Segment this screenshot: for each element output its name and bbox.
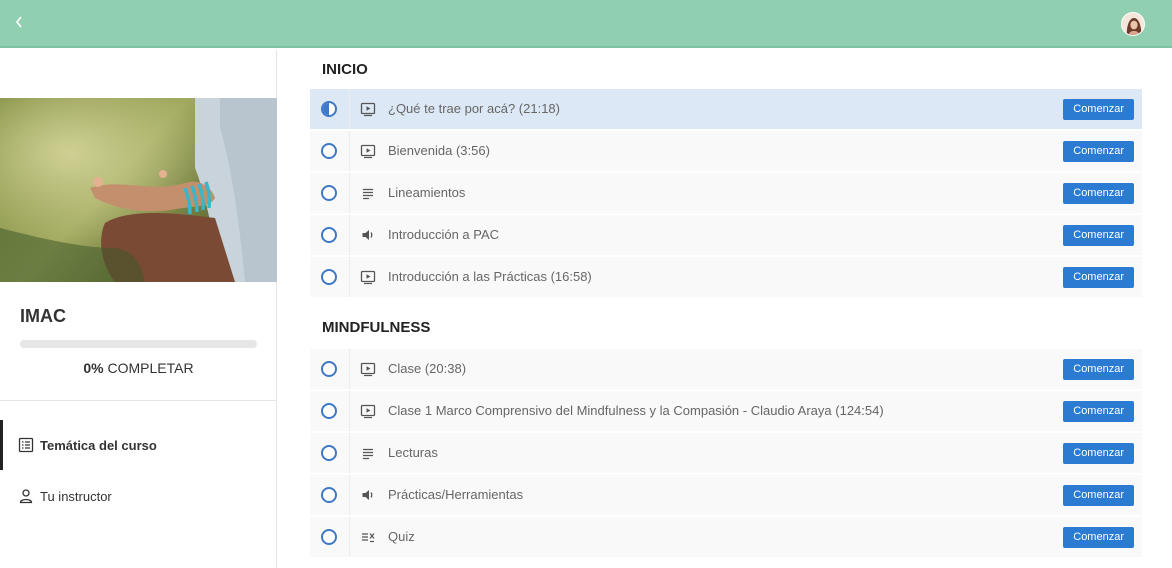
lesson-row[interactable]: Clase (20:38) Comenzar	[310, 349, 1142, 389]
lesson-title: Lineamientos	[388, 185, 466, 200]
circle-icon	[321, 269, 337, 285]
progress-label: 0% COMPLETAR	[20, 360, 257, 376]
lesson-status	[310, 349, 350, 389]
start-button[interactable]: Comenzar	[1063, 443, 1134, 464]
sidebar-item-instructor[interactable]: Tu instructor	[0, 471, 277, 521]
circle-icon	[321, 487, 337, 503]
lesson-row[interactable]: Introducción a PAC Comenzar	[310, 215, 1142, 255]
lesson-status	[310, 131, 350, 171]
start-button[interactable]: Comenzar	[1063, 225, 1134, 246]
lesson-title: Lecturas	[388, 445, 438, 460]
sidebar-item-label: Temática del curso	[40, 437, 157, 453]
circle-icon	[321, 143, 337, 159]
lesson-status	[310, 475, 350, 515]
start-button[interactable]: Comenzar	[1063, 141, 1134, 162]
video-icon	[360, 101, 376, 117]
text-lines-icon	[360, 445, 376, 461]
lesson-status	[310, 215, 350, 255]
lesson-row[interactable]: Introducción a las Prácticas (16:58) Come…	[310, 257, 1142, 297]
lesson-title: Clase (20:38)	[388, 361, 467, 376]
sidebar-divider	[0, 400, 277, 401]
lesson-status	[310, 433, 350, 473]
lesson-status	[310, 391, 350, 431]
lesson-title: Prácticas/Herramientas	[388, 487, 524, 502]
lesson-row[interactable]: Quiz Comenzar	[310, 517, 1142, 557]
lesson-title: Clase 1 Marco Comprensivo del Mindfulnes…	[388, 403, 884, 418]
circle-icon	[321, 185, 337, 201]
start-button[interactable]: Comenzar	[1063, 527, 1134, 548]
video-icon	[360, 361, 376, 377]
start-button[interactable]: Comenzar	[1063, 401, 1134, 422]
top-bar	[0, 0, 1172, 48]
sidebar-item-curriculum[interactable]: Temática del curso	[0, 420, 277, 470]
quiz-icon	[360, 529, 376, 545]
video-icon	[360, 143, 376, 159]
circle-icon	[321, 445, 337, 461]
circle-icon	[321, 403, 337, 419]
audio-icon	[360, 487, 376, 503]
course-title: IMAC	[20, 306, 66, 326]
course-sidebar: IMAC 0% COMPLETAR Temática del curso Tu …	[0, 50, 277, 568]
progress-bar	[20, 340, 257, 348]
lesson-row[interactable]: ¿Qué te trae por acá? (21:18) Comenzar	[310, 89, 1142, 129]
lesson-title: Quiz	[388, 529, 415, 544]
lesson-row[interactable]: Clase 1 Marco Comprensivo del Mindfulnes…	[310, 391, 1142, 431]
progress-percent: 0%	[83, 360, 104, 376]
lesson-row[interactable]: Lecturas Comenzar	[310, 433, 1142, 473]
chevron-left-icon[interactable]	[14, 12, 30, 32]
text-lines-icon	[360, 185, 376, 201]
lesson-title: Bienvenida (3:56)	[388, 143, 490, 158]
user-icon	[18, 488, 34, 504]
lesson-title: Introducción a las Prácticas (16:58)	[388, 269, 592, 284]
lesson-row[interactable]: Bienvenida (3:56) Comenzar	[310, 131, 1142, 171]
lesson-row[interactable]: Prácticas/Herramientas Comenzar	[310, 475, 1142, 515]
circle-icon	[321, 529, 337, 545]
sidebar-item-label: Tu instructor	[40, 488, 112, 504]
video-icon	[360, 269, 376, 285]
start-button[interactable]: Comenzar	[1063, 267, 1134, 288]
lesson-title: Introducción a PAC	[388, 227, 500, 242]
audio-icon	[360, 227, 376, 243]
section-title: MINDFULNESS	[322, 319, 431, 336]
video-icon	[360, 403, 376, 419]
circle-icon	[321, 361, 337, 377]
half-circle-icon	[321, 101, 337, 117]
lesson-status	[310, 517, 350, 557]
start-button[interactable]: Comenzar	[1063, 99, 1134, 120]
lesson-status	[310, 257, 350, 297]
user-avatar[interactable]	[1121, 12, 1145, 36]
start-button[interactable]: Comenzar	[1063, 359, 1134, 380]
lesson-title: ¿Qué te trae por acá? (21:18)	[388, 101, 560, 116]
lesson-row[interactable]: Lineamientos Comenzar	[310, 173, 1142, 213]
start-button[interactable]: Comenzar	[1063, 485, 1134, 506]
lesson-status	[310, 89, 350, 129]
circle-icon	[321, 227, 337, 243]
curriculum-icon	[18, 437, 34, 453]
start-button[interactable]: Comenzar	[1063, 183, 1134, 204]
course-image	[0, 98, 277, 282]
section-title: INICIO	[322, 61, 368, 78]
progress-suffix: COMPLETAR	[107, 360, 194, 376]
lesson-status	[310, 173, 350, 213]
